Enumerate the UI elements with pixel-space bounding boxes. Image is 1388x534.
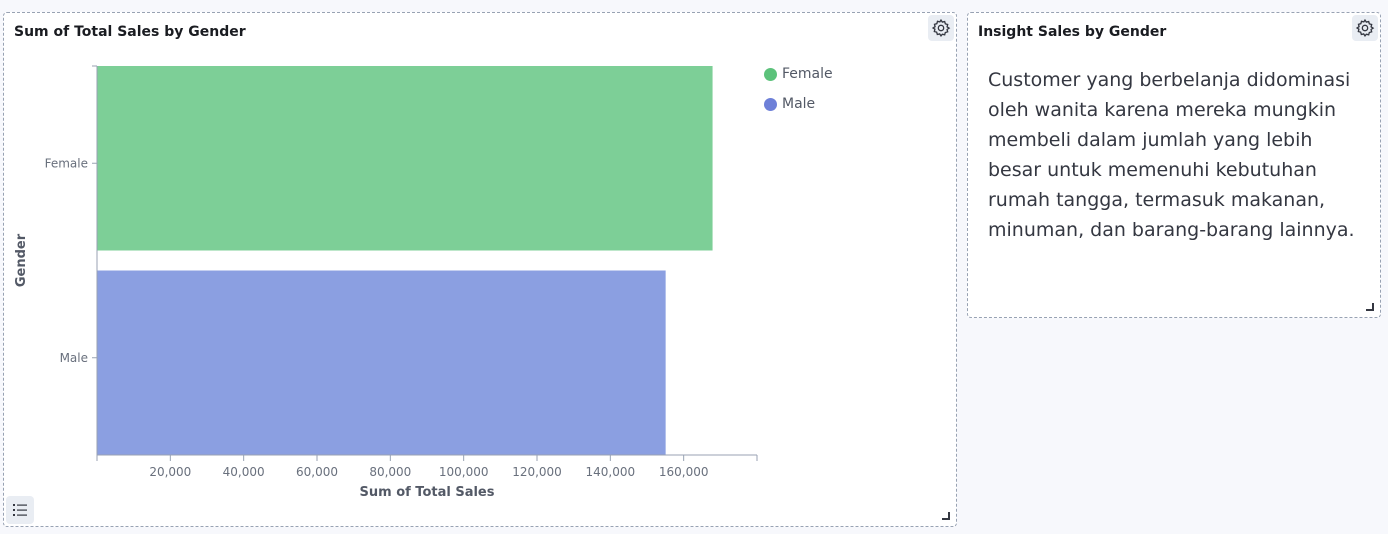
- legend-label-male: Male: [782, 96, 816, 112]
- legend-dot-male: [764, 97, 777, 111]
- gear-icon: [931, 18, 951, 38]
- y-axis-title: Gender: [14, 233, 29, 287]
- chart-panel-resize-handle[interactable]: [942, 512, 950, 520]
- chart-panel: Sum of Total Sales by Gender Female Male 2…: [3, 12, 957, 527]
- legend-item-male[interactable]: Male: [764, 89, 833, 119]
- insight-panel-resize-handle[interactable]: [1366, 303, 1374, 311]
- x-tick-label: 60,000: [296, 465, 338, 479]
- insight-text: Customer yang berbelanja didominasi oleh…: [988, 69, 1355, 241]
- list-icon: [13, 504, 27, 516]
- insight-panel: Insight Sales by Gender Customer yang be…: [967, 12, 1381, 318]
- x-tick-label: 120,000: [512, 465, 562, 479]
- x-tick-label: 40,000: [223, 465, 265, 479]
- x-tick-label: 100,000: [439, 465, 489, 479]
- y-tick-label: Female: [45, 156, 88, 170]
- x-axis-title: Sum of Total Sales: [360, 485, 495, 500]
- legend-dot-female: [764, 67, 777, 81]
- gear-icon: [1355, 18, 1375, 38]
- x-tick-label: 20,000: [149, 465, 191, 479]
- bar-female[interactable]: [97, 66, 713, 251]
- bar-chart: Female Male 20,000 40,000 60,000 80,000 100,00…: [14, 65, 758, 500]
- x-tick-label: 160,000: [659, 465, 709, 479]
- legend-label-female: Female: [782, 66, 833, 82]
- chart-panel-options-button[interactable]: [928, 15, 954, 41]
- legend-toggle-button[interactable]: [6, 496, 34, 524]
- y-tick-label: Male: [60, 351, 88, 365]
- insight-panel-title: Insight Sales by Gender: [978, 24, 1167, 40]
- legend-item-female[interactable]: Female: [764, 59, 833, 89]
- chart-legend: Female Male: [764, 59, 833, 119]
- x-tick-label: 80,000: [369, 465, 411, 479]
- x-tick-label: 140,000: [586, 465, 636, 479]
- bar-male[interactable]: [97, 270, 666, 456]
- insight-panel-options-button[interactable]: [1352, 15, 1378, 41]
